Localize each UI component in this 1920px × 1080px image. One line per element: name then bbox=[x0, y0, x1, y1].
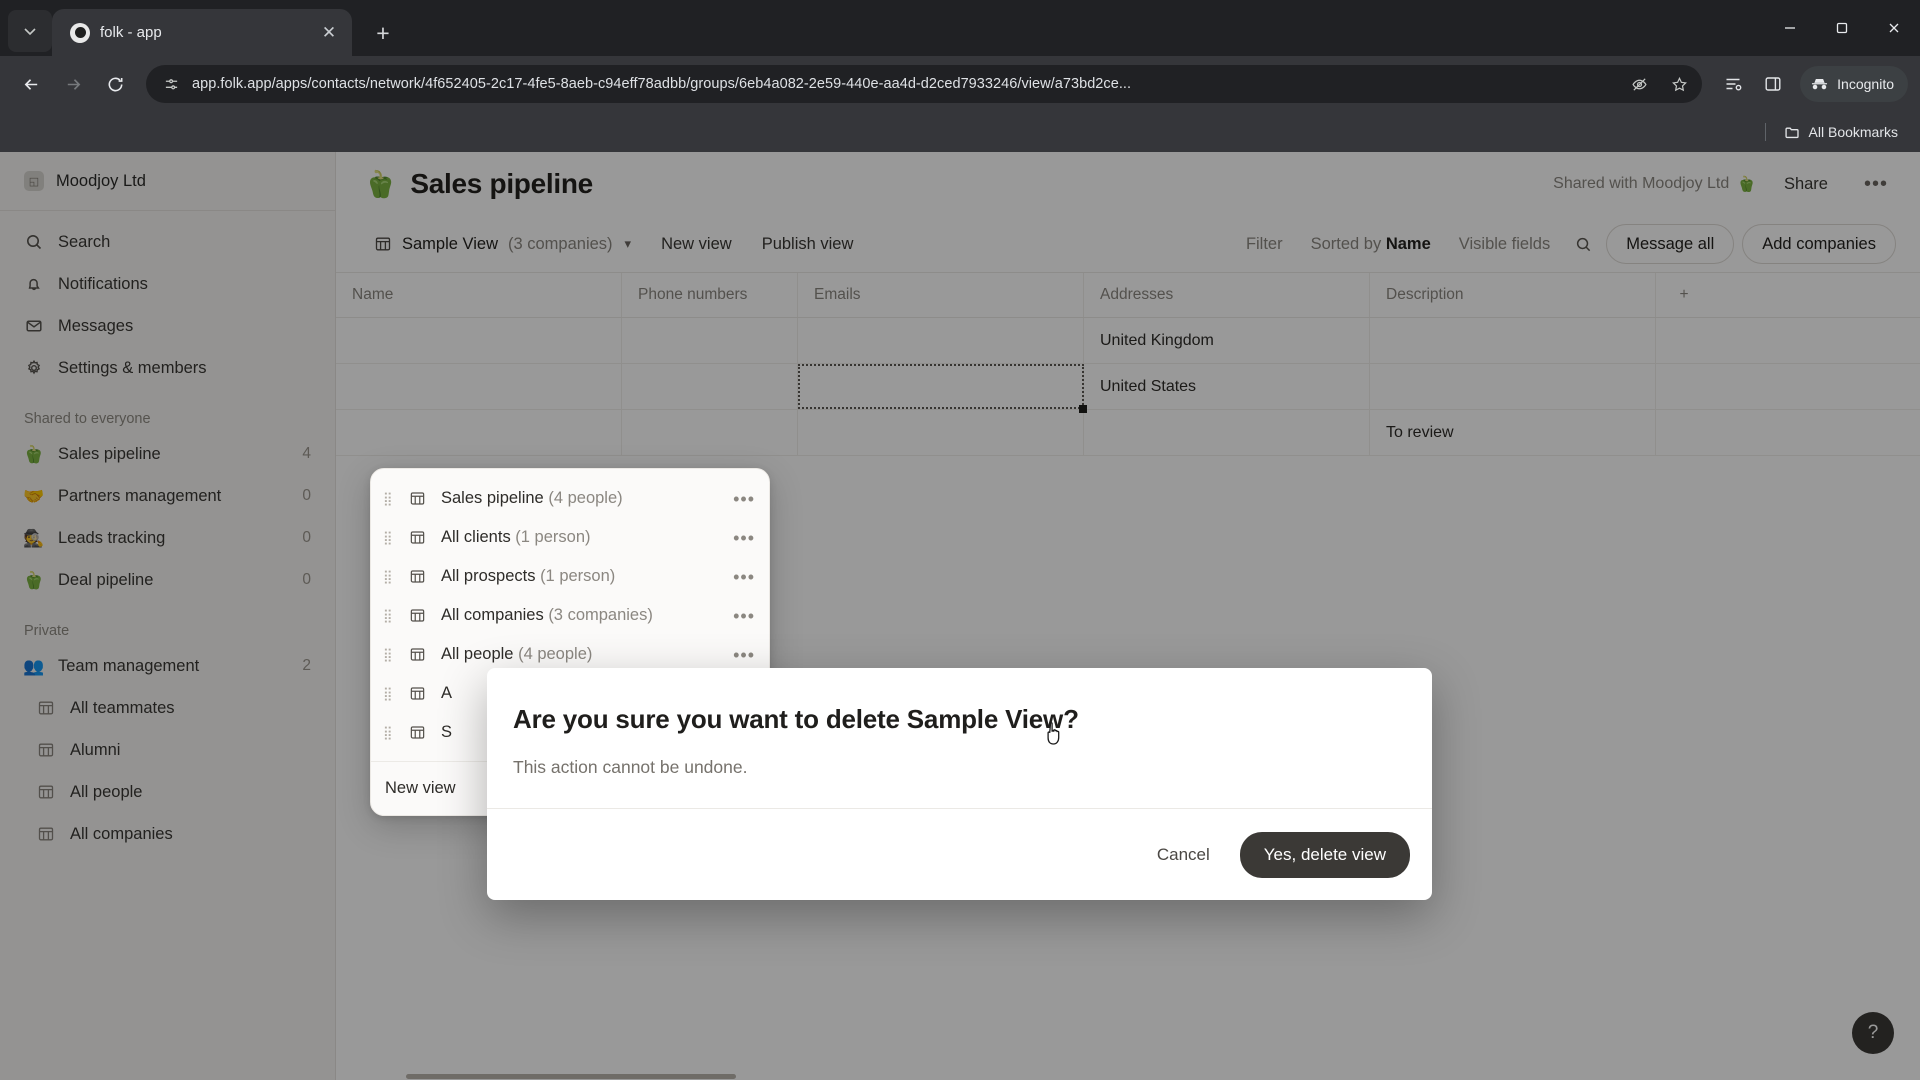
drag-handle-icon[interactable]: ⣿ bbox=[383, 531, 397, 544]
view-count: (4 people) bbox=[518, 645, 593, 663]
toolbar-actions: Incognito bbox=[1714, 65, 1908, 103]
table-icon bbox=[409, 646, 429, 663]
table-icon bbox=[409, 529, 429, 546]
incognito-label: Incognito bbox=[1837, 76, 1894, 92]
table-icon bbox=[409, 568, 429, 585]
view-menu-item-all-prospects[interactable]: ⣿ All prospects (1 person) ••• bbox=[371, 557, 769, 596]
folder-icon bbox=[1784, 126, 1799, 138]
drag-handle-icon[interactable]: ⣿ bbox=[383, 687, 397, 700]
back-arrow-icon[interactable] bbox=[12, 65, 50, 103]
view-count: (1 person) bbox=[540, 567, 616, 585]
table-icon bbox=[409, 607, 429, 624]
dialog-body: Are you sure you want to delete Sample V… bbox=[487, 668, 1432, 808]
browser-tab[interactable]: folk - app ✕ bbox=[52, 9, 352, 56]
new-tab-button[interactable]: + bbox=[366, 16, 400, 50]
view-menu-item-sales-pipeline[interactable]: ⣿ Sales pipeline (4 people) ••• bbox=[371, 479, 769, 518]
confirm-delete-button[interactable]: Yes, delete view bbox=[1239, 831, 1410, 878]
bookmarks-bar: All Bookmarks bbox=[0, 112, 1920, 152]
address-bar[interactable]: app.folk.app/apps/contacts/network/4f652… bbox=[146, 65, 1703, 103]
star-icon[interactable] bbox=[1664, 69, 1694, 99]
view-menu-item-all-companies[interactable]: ⣿ All companies (3 companies) ••• bbox=[371, 596, 769, 635]
tab-search-icon[interactable] bbox=[8, 10, 52, 52]
view-menu-item-options[interactable]: ••• bbox=[733, 607, 755, 625]
view-count: (3 companies) bbox=[548, 606, 653, 624]
maximize-icon[interactable] bbox=[1816, 0, 1868, 56]
view-label: All people bbox=[441, 645, 514, 663]
drag-handle-icon[interactable]: ⣿ bbox=[383, 570, 397, 583]
all-bookmarks-label: All Bookmarks bbox=[1808, 124, 1898, 140]
cancel-button[interactable]: Cancel bbox=[1139, 834, 1228, 876]
drag-handle-icon[interactable]: ⣿ bbox=[383, 492, 397, 505]
page-settings-icon[interactable] bbox=[160, 73, 182, 95]
app-viewport: ◱ Moodjoy Ltd Search Notifications Messa… bbox=[0, 152, 1920, 1080]
view-label: All companies bbox=[441, 606, 544, 624]
view-menu-item-label: All companies (3 companies) bbox=[441, 606, 721, 625]
view-menu-item-options[interactable]: ••• bbox=[733, 568, 755, 586]
close-icon[interactable] bbox=[1868, 0, 1920, 56]
view-menu-item-label: All people (4 people) bbox=[441, 645, 721, 664]
view-menu-item-options[interactable]: ••• bbox=[733, 646, 755, 664]
delete-view-dialog: Are you sure you want to delete Sample V… bbox=[487, 668, 1432, 900]
view-label: Sales pipeline bbox=[441, 489, 544, 507]
url-text: app.folk.app/apps/contacts/network/4f652… bbox=[192, 76, 1132, 92]
view-menu-item-all-clients[interactable]: ⣿ All clients (1 person) ••• bbox=[371, 518, 769, 557]
all-bookmarks-button[interactable]: All Bookmarks bbox=[1776, 120, 1906, 145]
table-icon bbox=[409, 685, 429, 702]
drag-handle-icon[interactable]: ⣿ bbox=[383, 648, 397, 661]
dialog-title: Are you sure you want to delete Sample V… bbox=[513, 704, 1079, 734]
view-count: (4 people) bbox=[548, 489, 623, 507]
divider bbox=[1764, 123, 1766, 141]
view-label: All clients bbox=[441, 528, 511, 546]
window-controls bbox=[1764, 0, 1920, 56]
view-menu-item-options[interactable]: ••• bbox=[733, 529, 755, 547]
incognito-icon bbox=[1812, 78, 1828, 89]
view-menu-item-label: All clients (1 person) bbox=[441, 528, 721, 547]
table-icon bbox=[409, 490, 429, 507]
view-menu-item-label: Sales pipeline (4 people) bbox=[441, 489, 721, 508]
dialog-actions: Cancel Yes, delete view bbox=[487, 808, 1432, 900]
tab-title: folk - app bbox=[100, 24, 162, 41]
drag-handle-icon[interactable]: ⣿ bbox=[383, 609, 397, 622]
drag-handle-icon[interactable]: ⣿ bbox=[383, 726, 397, 739]
dialog-subtitle: This action cannot be undone. bbox=[513, 757, 748, 777]
view-count: (1 person) bbox=[515, 528, 591, 546]
reload-icon[interactable] bbox=[96, 65, 134, 103]
close-icon[interactable]: ✕ bbox=[316, 20, 342, 46]
side-panel-icon[interactable] bbox=[1754, 65, 1792, 103]
reading-list-icon[interactable] bbox=[1714, 65, 1752, 103]
view-label: All prospects bbox=[441, 567, 536, 585]
incognito-indicator[interactable]: Incognito bbox=[1800, 66, 1908, 102]
browser-window: folk - app ✕ + app.folk.app/apps/contact… bbox=[0, 0, 1920, 1080]
eye-slash-icon[interactable] bbox=[1624, 69, 1654, 99]
modal-backdrop bbox=[0, 152, 1920, 1080]
browser-toolbar: app.folk.app/apps/contacts/network/4f652… bbox=[0, 56, 1920, 112]
view-menu-item-options[interactable]: ••• bbox=[733, 490, 755, 508]
minimize-icon[interactable] bbox=[1764, 0, 1816, 56]
table-icon bbox=[409, 724, 429, 741]
folk-logo-icon bbox=[70, 22, 90, 43]
mouse-cursor bbox=[1047, 722, 1060, 745]
forward-arrow-icon[interactable] bbox=[54, 65, 92, 103]
tab-strip: folk - app ✕ + bbox=[0, 0, 1920, 56]
view-menu-item-label: All prospects (1 person) bbox=[441, 567, 721, 586]
